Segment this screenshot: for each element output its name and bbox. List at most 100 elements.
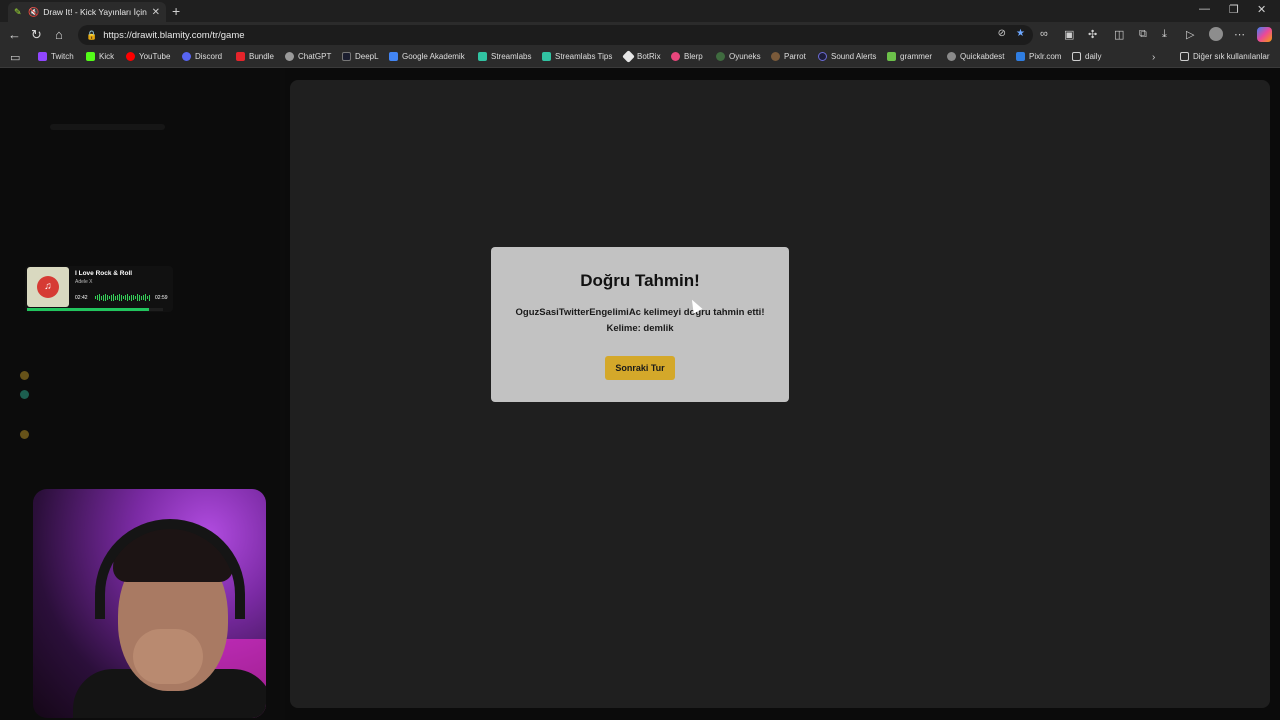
bookmark-oyuneks[interactable]: Oyuneks: [716, 52, 761, 61]
bookmark-grammer[interactable]: grammer: [887, 52, 932, 61]
bookmarks-menu-icon[interactable]: ▭: [10, 51, 20, 64]
audio-waveform: [95, 294, 151, 301]
bookmark-blerp[interactable]: Blerp: [671, 52, 703, 61]
speaker-muted-icon[interactable]: 🔇: [28, 7, 39, 18]
bookmark-streamlabs-tips[interactable]: Streamlabs Tips: [542, 52, 612, 61]
waveform-bar: [123, 296, 124, 299]
now-playing-widget: ♫ I Love Rock & Roll Adele X 02:42 02:59: [25, 266, 173, 312]
sound-alerts-icon: [818, 52, 827, 61]
google-scholar-icon: [389, 52, 398, 61]
waveform-bar: [119, 294, 120, 301]
close-icon[interactable]: ✕: [152, 7, 160, 18]
elapsed-time: 02:42: [75, 295, 88, 301]
headset: [95, 519, 245, 619]
oyuneks-icon: [716, 52, 725, 61]
bookmark-deepl[interactable]: DeepL: [342, 52, 379, 61]
waveform-bar: [149, 294, 150, 301]
folder-icon: [1180, 52, 1189, 61]
waveform-bar: [131, 294, 132, 301]
waveform-bar: [125, 295, 126, 300]
bookmark-kick[interactable]: Kick: [86, 52, 114, 61]
botrix-icon: [622, 50, 635, 63]
waveform-bar: [129, 295, 130, 300]
bookmark-quickabdest[interactable]: Quickabdest: [947, 52, 1004, 61]
waveform-bar: [107, 295, 108, 300]
copilot-icon[interactable]: [1257, 27, 1272, 42]
home-icon[interactable]: ⌂: [55, 27, 63, 43]
address-url[interactable]: https://drawit.blamity.com/tr/game: [103, 30, 244, 41]
waveform-bar: [103, 294, 104, 301]
waveform-bar: [127, 294, 128, 301]
song-progress-bar: [27, 308, 163, 311]
download-icon[interactable]: ⤓: [1162, 28, 1167, 41]
tab-strip: ✎ 🔇 Draw It! - Kick Yayınları İçin Ç ✕ +…: [0, 0, 1280, 22]
next-round-button[interactable]: Sonraki Tur: [605, 356, 675, 380]
tracking-prevention-icon[interactable]: ⊘: [998, 28, 1006, 39]
new-tab-plus-icon[interactable]: +: [172, 2, 180, 20]
extension-icon[interactable]: ▣: [1064, 28, 1074, 41]
bookmark-parrot[interactable]: Parrot: [771, 52, 806, 61]
bookmark-folder-daily[interactable]: daily: [1072, 52, 1101, 61]
extension-glasses-icon[interactable]: ∞: [1040, 28, 1048, 40]
player-avatar: [20, 390, 29, 399]
song-progress-fill: [27, 308, 150, 311]
extensions-puzzle-icon[interactable]: ✣: [1088, 28, 1097, 41]
restore-icon[interactable]: ❐: [1229, 3, 1239, 16]
waveform-bar: [101, 295, 102, 300]
waveform-bar: [133, 295, 134, 300]
browser-tab[interactable]: ✎ 🔇 Draw It! - Kick Yayınları İçin Ç ✕: [8, 2, 166, 22]
bookmark-botrix[interactable]: BotRix: [622, 50, 661, 63]
favorite-star-icon[interactable]: ★: [1016, 28, 1025, 39]
bookmark-streamlabs[interactable]: Streamlabs: [478, 52, 531, 61]
collections-icon[interactable]: ⧉: [1139, 28, 1147, 41]
total-time: 02:59: [155, 295, 168, 301]
bundle-icon: [236, 52, 245, 61]
split-screen-icon[interactable]: ◫: [1114, 28, 1124, 41]
bookmark-google-akademik[interactable]: Google Akademik: [389, 52, 465, 61]
waveform-bar: [111, 294, 112, 301]
player-avatar: [20, 430, 29, 439]
window-close-icon[interactable]: ✕: [1257, 3, 1266, 16]
drawit-favicon-icon: ✎: [14, 7, 22, 17]
grammer-icon: [887, 52, 896, 61]
bookmark-twitch[interactable]: Twitch: [38, 52, 74, 61]
address-bar[interactable]: 🔒 https://drawit.blamity.com/tr/game ⊘ ★: [78, 25, 1033, 45]
waveform-bar: [99, 294, 100, 301]
bookmark-chatgpt[interactable]: ChatGPT: [285, 52, 331, 61]
more-menu-icon[interactable]: ⋯: [1234, 28, 1245, 41]
waveform-bar: [121, 294, 122, 301]
streamer-hand: [133, 629, 203, 684]
send-icon[interactable]: ▷: [1186, 28, 1194, 41]
waveform-bar: [147, 296, 148, 299]
discord-icon: [182, 52, 191, 61]
deepl-icon: [342, 52, 351, 61]
youtube-icon: [126, 52, 135, 61]
parrot-icon: [771, 52, 780, 61]
back-icon[interactable]: ←: [8, 27, 21, 43]
twitch-icon: [38, 52, 47, 61]
minimize-icon[interactable]: —: [1199, 3, 1210, 15]
bookmark-pixlr[interactable]: Pixlr.com: [1016, 52, 1061, 61]
bookmark-sound-alerts[interactable]: Sound Alerts: [818, 52, 876, 61]
waveform-bar: [113, 294, 114, 301]
modal-title: Doğru Tahmin!: [580, 271, 700, 290]
sidebar-header: [50, 124, 165, 130]
browser-toolbar: ← ↻ ⌂ 🔒 https://drawit.blamity.com/tr/ga…: [0, 22, 1280, 48]
bookmark-youtube[interactable]: YouTube: [126, 52, 170, 61]
waveform-bar: [117, 295, 118, 300]
chevron-right-icon[interactable]: ›: [1152, 52, 1155, 63]
bookmark-discord[interactable]: Discord: [182, 52, 222, 61]
lock-icon[interactable]: 🔒: [86, 30, 97, 41]
waveform-bar: [115, 295, 116, 300]
bookmarks-bar: ▭ Twitch Kick YouTube Discord Bundle Cha…: [0, 48, 1280, 68]
waveform-bar: [141, 295, 142, 300]
refresh-icon[interactable]: ↻: [31, 27, 42, 43]
bookmark-bundle[interactable]: Bundle: [236, 52, 274, 61]
blerp-icon: [671, 52, 680, 61]
waveform-bar: [109, 296, 110, 299]
folder-icon: [1072, 52, 1081, 61]
other-bookmarks[interactable]: Diğer sık kullanılanlar: [1180, 52, 1269, 61]
streamlabs-tips-icon: [542, 52, 551, 61]
waveform-bar: [143, 295, 144, 300]
profile-avatar[interactable]: [1209, 27, 1223, 41]
